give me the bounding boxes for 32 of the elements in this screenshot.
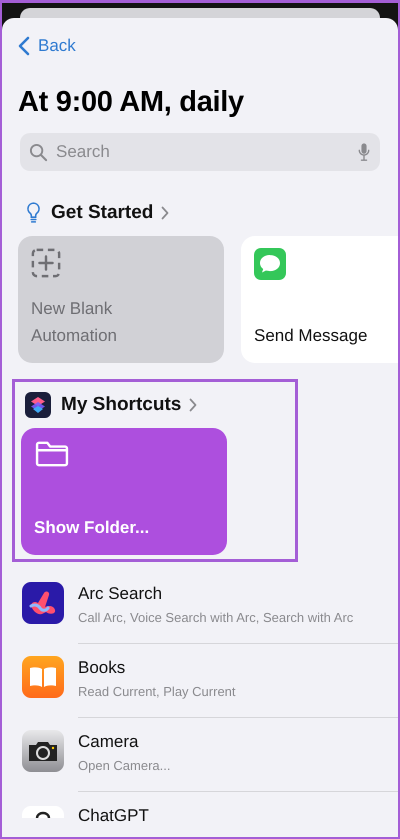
chatgpt-app-icon xyxy=(22,806,64,818)
action-card[interactable]: Show Folder... xyxy=(21,428,227,555)
add-icon xyxy=(31,248,61,278)
search-field[interactable]: Search xyxy=(20,133,380,171)
search-icon xyxy=(29,142,48,162)
chevron-right-icon xyxy=(189,398,198,412)
lightbulb-icon xyxy=(26,201,41,224)
chevron-right-icon xyxy=(161,206,170,220)
back-button[interactable]: Back xyxy=(18,36,76,56)
app-name[interactable]: Books xyxy=(78,658,126,678)
folder-icon xyxy=(34,440,70,468)
arc-app-icon xyxy=(22,582,64,624)
page-title: At 9:00 AM, daily xyxy=(18,86,245,119)
app-actions: Read Current, Play Current xyxy=(78,684,236,699)
shortcuts-app-icon xyxy=(25,392,51,418)
card-label: New Blank Automation xyxy=(31,298,118,347)
action-card[interactable]: Send Message xyxy=(241,236,398,363)
app-actions: Call Arc, Voice Search with Arc, Search with Arc xyxy=(78,610,354,625)
section-header[interactable]: My Shortcuts xyxy=(25,392,198,418)
app-actions: Open Camera... xyxy=(78,758,170,773)
card-label: Send Message xyxy=(254,325,368,347)
section-header[interactable]: Get Started xyxy=(26,201,170,224)
app-name[interactable]: Arc Search xyxy=(78,584,162,604)
search-input[interactable]: Search xyxy=(54,141,352,163)
message-app-icon xyxy=(254,248,286,280)
camera-icon xyxy=(22,730,64,772)
app-name[interactable]: ChatGPT xyxy=(78,806,149,826)
app-name[interactable]: Camera xyxy=(78,732,138,752)
book-icon xyxy=(22,656,64,698)
microphone-icon xyxy=(358,142,370,162)
card-label: Show Folder... xyxy=(34,517,150,539)
chevron-left-icon xyxy=(18,36,30,56)
